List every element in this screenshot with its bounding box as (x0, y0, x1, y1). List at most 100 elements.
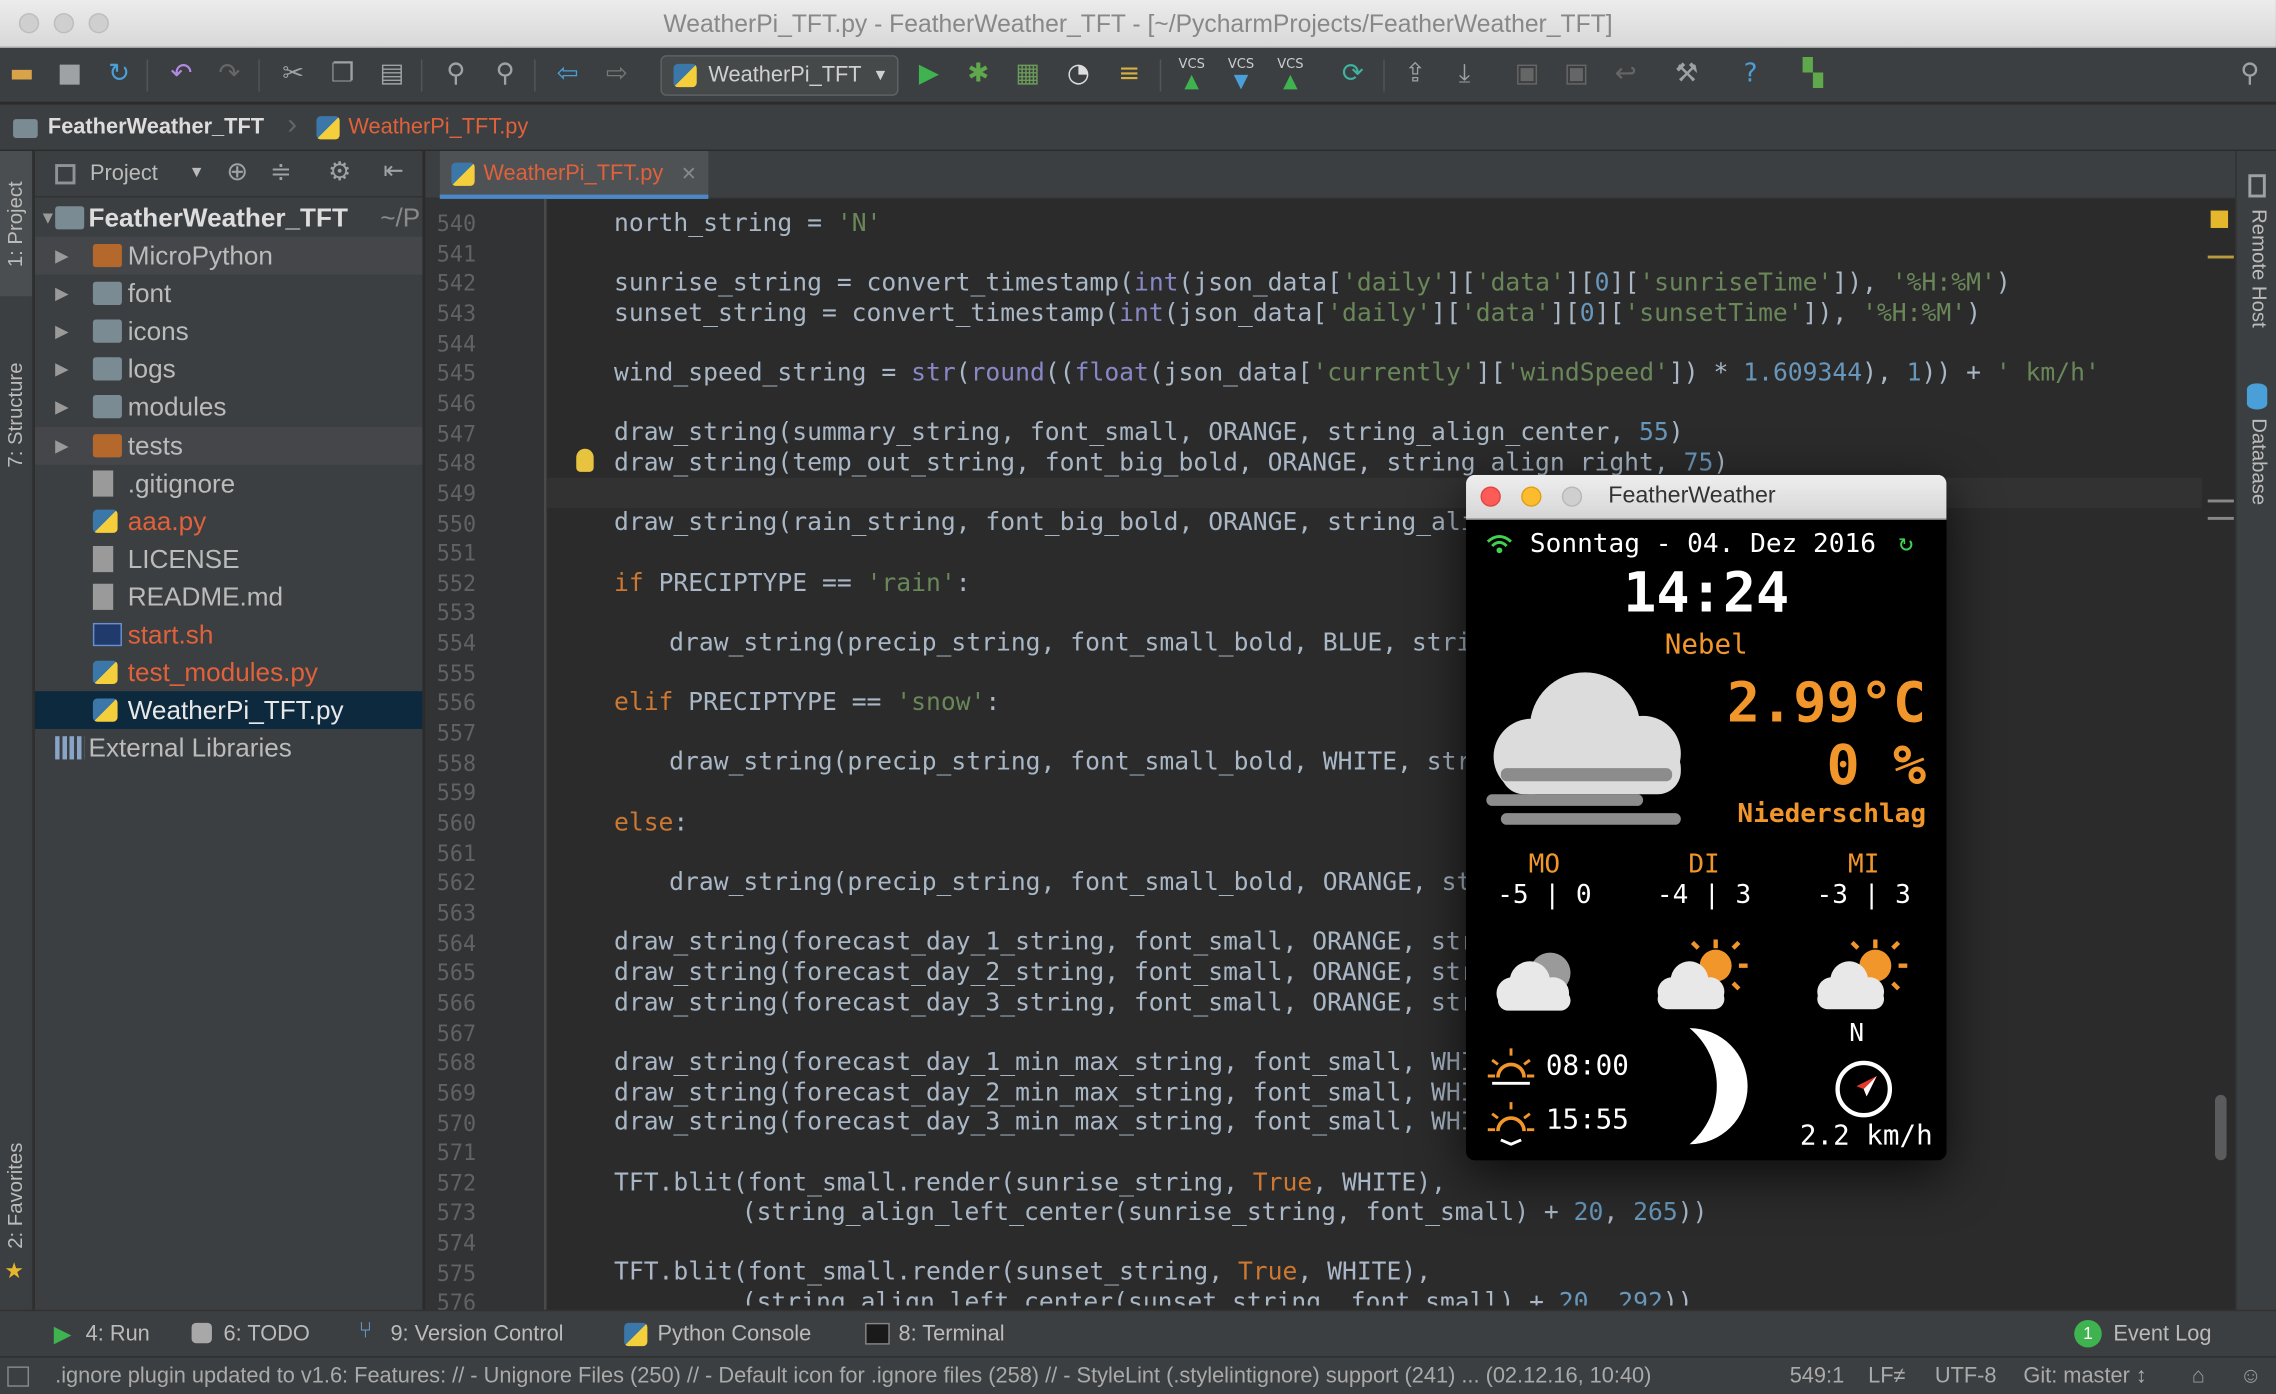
download-icon[interactable]: ⤓ (1447, 57, 1482, 92)
line-number: 553 (436, 600, 477, 627)
tree-item[interactable]: aaa.py (35, 502, 423, 540)
hide-panel-icon[interactable]: ⇤ (383, 157, 404, 186)
database-tab[interactable]: Database (2248, 418, 2271, 505)
tree-item[interactable]: README.md (35, 578, 423, 616)
sdk-manager-icon[interactable]: ▚ (1796, 57, 1831, 92)
expand-arrow-icon[interactable]: ▶ (55, 312, 68, 350)
compare-icon[interactable]: ▣ (1559, 57, 1594, 92)
upload-icon[interactable]: ⇪ (1398, 57, 1433, 92)
debug-icon[interactable]: ✱ (961, 57, 996, 92)
tree-item-label: logs (127, 354, 176, 384)
breadcrumb-project[interactable]: FeatherWeather_TFT (48, 115, 264, 140)
tree-item[interactable]: start.sh (35, 616, 423, 654)
python-file-icon (92, 698, 118, 722)
line-number: 569 (436, 1080, 477, 1107)
breadcrumb-file[interactable]: WeatherPi_TFT.py (348, 115, 528, 140)
expand-arrow-icon[interactable]: ▶ (55, 275, 68, 313)
back-icon[interactable]: ⇦ (550, 57, 585, 92)
event-log-tool-tab[interactable]: Event Log (2113, 1321, 2211, 1346)
run-configuration-label: WeatherPi_TFT (708, 62, 862, 88)
cursor-position[interactable]: 549:1 (1790, 1358, 1844, 1394)
tree-item[interactable]: LICENSE (35, 540, 423, 578)
save-all-icon[interactable]: ■ (52, 57, 87, 92)
replace-icon[interactable]: ⚲ (488, 57, 523, 92)
tree-item[interactable]: ▶ font (35, 275, 423, 313)
find-icon[interactable]: ⚲ (438, 57, 473, 92)
tree-item[interactable]: .gitignore (35, 464, 423, 502)
vcs-commit-icon[interactable]: VCS ▼ (1224, 57, 1259, 91)
tree-item[interactable]: ▶ logs (35, 350, 423, 388)
line-number: 552 (436, 570, 477, 597)
undo-icon[interactable]: ↶ (164, 57, 199, 92)
tree-root[interactable]: ▼ FeatherWeather_TFT ~/P (35, 199, 423, 237)
tool-windows-toggle-icon[interactable] (7, 1366, 30, 1387)
favorites-tool-tab[interactable]: 2: Favorites (3, 1143, 26, 1249)
sunrise-icon (1487, 1048, 1535, 1085)
sync-icon[interactable]: ↻ (102, 57, 137, 92)
copy-icon[interactable]: ❐ (325, 57, 360, 92)
status-message[interactable]: .ignore plugin updated to v1.6: Features… (55, 1358, 1768, 1394)
warning-marker[interactable] (2210, 210, 2229, 228)
cut-icon[interactable]: ✂ (276, 57, 311, 92)
tree-item[interactable]: ▶ modules (35, 388, 423, 426)
gear-icon[interactable]: ⚙ (328, 157, 351, 187)
paste-icon[interactable]: ▤ (374, 57, 409, 92)
close-tab-icon[interactable]: ✕ (681, 163, 697, 185)
expand-arrow-icon[interactable]: ▶ (55, 388, 68, 426)
settings-wrench-icon[interactable]: ⚒ (1669, 57, 1704, 92)
help-icon[interactable]: ? (1733, 57, 1768, 92)
tree-item[interactable]: test_modules.py (35, 654, 423, 692)
bottom-tool-bar: ▶ 4: Run 6: TODO ⑂ 9: Version Control Py… (0, 1309, 2276, 1357)
version-control-tool-tab[interactable]: 9: Version Control (390, 1321, 563, 1346)
terminal-tool-tab[interactable]: 8: Terminal (898, 1321, 1004, 1346)
minimize-window-button[interactable] (1521, 486, 1542, 507)
expand-arrow-icon[interactable]: ▶ (55, 237, 68, 275)
intention-bulb-icon[interactable] (576, 448, 594, 472)
vcs-update-icon[interactable]: VCS ▲ (1174, 57, 1209, 91)
run-icon[interactable]: ▶ (912, 57, 947, 92)
redo-icon[interactable]: ↷ (212, 57, 247, 92)
refresh-icon[interactable]: ⟳ (1335, 57, 1370, 92)
close-window-button[interactable] (1480, 486, 1501, 507)
scroll-from-source-icon[interactable]: ⊕ (226, 157, 248, 187)
file-icon (92, 583, 114, 610)
python-console-tool-tab[interactable]: Python Console (658, 1321, 812, 1346)
vcs-push-icon[interactable]: VCS ▲ (1273, 57, 1308, 91)
shelve-icon[interactable]: ▣ (1510, 57, 1545, 92)
git-branch[interactable]: Git: master ↕ (2023, 1358, 2146, 1394)
folder-icon (92, 433, 122, 457)
revert-icon[interactable]: ↩ (1608, 57, 1643, 92)
remote-host-tab[interactable]: Remote Host (2248, 209, 2271, 328)
todo-tool-tab[interactable]: 6: TODO (224, 1321, 310, 1346)
concurrency-icon[interactable]: ≡ (1112, 57, 1147, 92)
zoom-window-button[interactable] (1561, 486, 1583, 507)
run-tool-tab[interactable]: 4: Run (86, 1321, 150, 1346)
inspector-icon[interactable]: ☺ (2240, 1358, 2262, 1394)
collapse-all-icon[interactable]: ≑ (270, 157, 292, 187)
profile-icon[interactable]: ◔ (1061, 57, 1096, 92)
tree-item[interactable]: ▶ tests (34, 426, 423, 464)
open-folder-icon[interactable]: ▬ (4, 57, 39, 92)
forward-icon[interactable]: ⇨ (599, 57, 634, 92)
file-encoding[interactable]: UTF-8 (1935, 1358, 1997, 1394)
tree-item[interactable]: ▶ icons (35, 312, 423, 350)
project-tool-tab[interactable]: 1: Project (3, 181, 26, 267)
line-separator[interactable]: LF≠ (1868, 1358, 1905, 1394)
tree-item[interactable]: External Libraries (35, 729, 423, 767)
project-view-select[interactable]: Project (90, 161, 158, 186)
line-number: 573 (436, 1200, 477, 1227)
editor-scrollbar[interactable] (2214, 1094, 2227, 1161)
structure-tool-tab[interactable]: 7: Structure (3, 362, 26, 467)
lock-icon[interactable]: ⌂ (2192, 1358, 2205, 1394)
date-label: Sonntag - 04. Dez 2016 (1529, 528, 1876, 560)
search-everywhere-icon[interactable]: ⚲ (2232, 57, 2267, 92)
line-number: 543 (436, 300, 477, 327)
editor-tab-weatherpi[interactable]: WeatherPi_TFT.py ✕ (439, 151, 709, 199)
expand-arrow-icon[interactable]: ▶ (55, 426, 68, 464)
line-number: 574 (436, 1230, 477, 1257)
run-configuration-select[interactable]: WeatherPi_TFT ▼ (660, 55, 899, 96)
coverage-icon[interactable]: ▦ (1010, 57, 1045, 92)
tree-item[interactable]: WeatherPi_TFT.py (34, 691, 423, 730)
tree-item[interactable]: ▶ MicroPython (34, 236, 423, 275)
expand-arrow-icon[interactable]: ▶ (55, 350, 68, 388)
